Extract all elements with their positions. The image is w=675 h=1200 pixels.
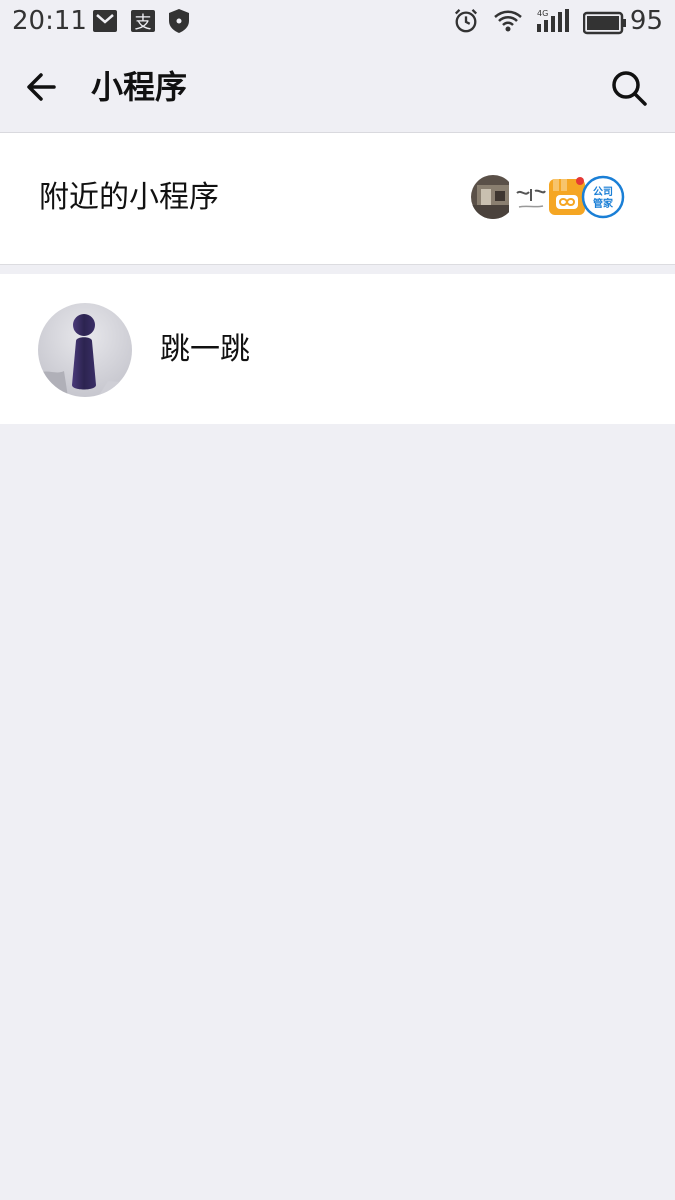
battery-icon: [583, 11, 626, 35]
svg-text:公司: 公司: [593, 186, 613, 198]
battery-level: 95: [629, 6, 663, 36]
nearby-icons-group: 公司 管家: [471, 175, 625, 221]
signal-4g-icon: 4G: [537, 9, 569, 32]
status-bar: 20:11 支 4G 95: [0, 0, 675, 42]
mail-icon: [93, 10, 117, 32]
search-icon[interactable]: [605, 64, 653, 112]
nearby-company-icon: 公司 管家: [581, 175, 625, 219]
svg-text:支: 支: [135, 13, 152, 33]
jump-piece-icon: [38, 303, 132, 397]
list-item[interactable]: 跳一跳: [0, 274, 675, 424]
alarm-icon: [454, 9, 478, 33]
section-gap: [0, 265, 675, 274]
page-title: 小程序: [91, 68, 188, 106]
alipay-icon: 支: [131, 10, 155, 33]
back-arrow-icon[interactable]: [20, 64, 70, 110]
nearby-label: 附近的小程序: [39, 180, 219, 215]
shield-icon: [169, 9, 189, 33]
svg-text:4G: 4G: [537, 9, 548, 18]
nearby-mini-programs-row[interactable]: 附近的小程序 公司 管家: [0, 133, 675, 265]
svg-text:管家: 管家: [593, 197, 614, 210]
wifi-icon: [494, 10, 522, 32]
list-item-name: 跳一跳: [160, 332, 250, 367]
status-time: 20:11: [12, 6, 87, 36]
app-bar: 小程序: [0, 42, 675, 133]
